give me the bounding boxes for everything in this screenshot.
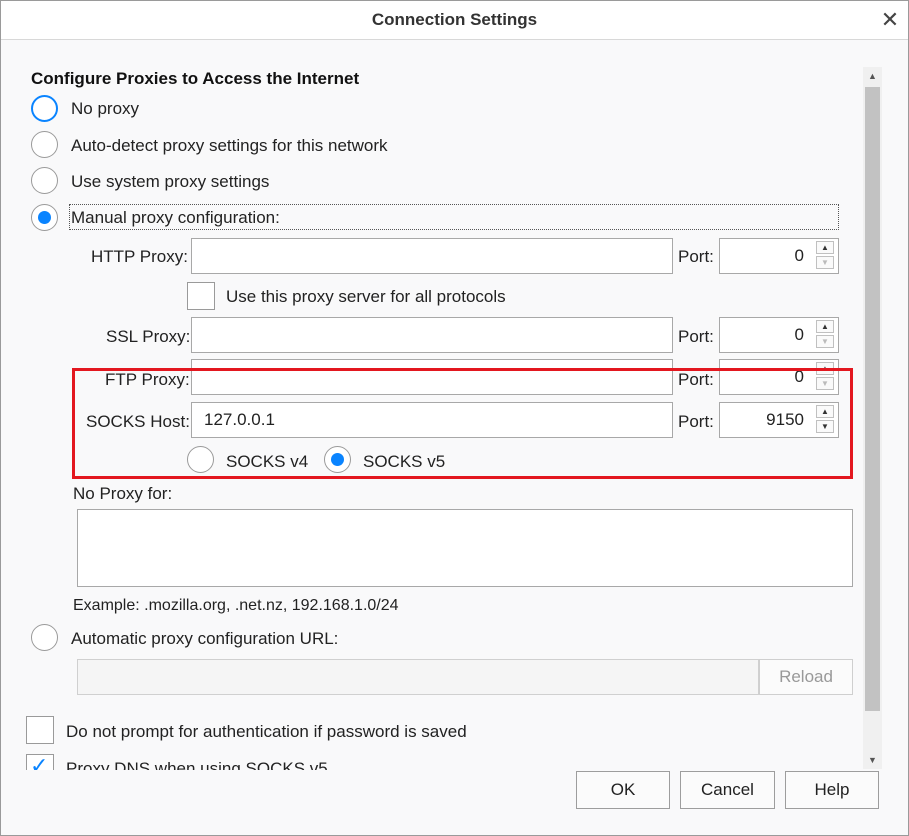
system-proxy-radio[interactable]: [31, 167, 58, 194]
no-proxy-radio[interactable]: [31, 95, 58, 122]
auto-url-label[interactable]: Automatic proxy configuration URL:: [71, 629, 338, 649]
scroll-down-icon[interactable]: ▼: [863, 751, 882, 769]
spin-down-icon[interactable]: ▼: [816, 256, 834, 269]
reload-button[interactable]: Reload: [759, 659, 853, 695]
ssl-proxy-label: SSL Proxy:: [106, 327, 191, 346]
ssl-port-label: Port:: [678, 327, 714, 346]
proxy-dns-label[interactable]: Proxy DNS when using SOCKS v5: [66, 759, 328, 770]
scrollbar[interactable]: ▲ ▼: [863, 67, 882, 769]
spin-down-icon[interactable]: ▼: [816, 335, 834, 348]
all-protocols-checkbox[interactable]: [187, 282, 215, 310]
dialog-title: Connection Settings: [371, 10, 538, 29]
proxy-dns-checkbox[interactable]: [26, 753, 54, 770]
ftp-proxy-label: FTP Proxy:: [105, 370, 190, 389]
socks-port-label: Port:: [678, 412, 714, 431]
socks-v5-label[interactable]: SOCKS v5: [363, 452, 445, 472]
close-icon[interactable]: ✕: [877, 7, 903, 33]
system-proxy-label[interactable]: Use system proxy settings: [71, 172, 269, 192]
http-port-stepper[interactable]: ▲ ▼: [816, 241, 834, 271]
auto-detect-radio[interactable]: [31, 131, 58, 158]
socks-host-input[interactable]: 127.0.0.1: [191, 402, 673, 438]
no-prompt-checkbox[interactable]: [26, 716, 54, 744]
spin-down-icon[interactable]: ▼: [816, 377, 834, 390]
no-proxy-for-label: No Proxy for:: [73, 484, 173, 503]
ssl-proxy-input[interactable]: [191, 317, 673, 353]
ftp-port-label: Port:: [678, 370, 714, 389]
spin-up-icon[interactable]: ▲: [816, 241, 834, 254]
manual-proxy-radio[interactable]: [31, 204, 58, 231]
auto-url-radio[interactable]: [31, 624, 58, 651]
ftp-proxy-input[interactable]: [191, 359, 673, 395]
no-proxy-label[interactable]: No proxy: [71, 99, 139, 119]
http-proxy-input[interactable]: [191, 238, 673, 274]
scrollbar-thumb[interactable]: [865, 87, 880, 711]
http-proxy-label: HTTP Proxy:: [91, 247, 188, 266]
dialog-content: Configure Proxies to Access the Internet…: [1, 40, 908, 835]
ssl-port-stepper[interactable]: ▲ ▼: [816, 320, 834, 350]
socks-v4-label[interactable]: SOCKS v4: [226, 452, 308, 472]
cancel-button[interactable]: Cancel: [680, 771, 775, 809]
socks-v5-radio[interactable]: [324, 446, 351, 473]
all-protocols-label[interactable]: Use this proxy server for all protocols: [226, 287, 506, 307]
scroll-up-icon[interactable]: ▲: [863, 67, 882, 85]
title-bar: Connection Settings ✕: [1, 1, 908, 40]
spin-down-icon[interactable]: ▼: [816, 420, 834, 433]
spin-up-icon[interactable]: ▲: [816, 362, 834, 375]
socks-host-label: SOCKS Host:: [86, 412, 190, 431]
socks-port-stepper[interactable]: ▲ ▼: [816, 405, 834, 435]
ok-button[interactable]: OK: [576, 771, 670, 809]
auto-url-input[interactable]: [77, 659, 759, 695]
http-port-label: Port:: [678, 247, 714, 266]
manual-proxy-label[interactable]: Manual proxy configuration:: [71, 208, 280, 228]
spin-up-icon[interactable]: ▲: [816, 405, 834, 418]
help-button[interactable]: Help: [785, 771, 879, 809]
no-proxy-example: Example: .mozilla.org, .net.nz, 192.168.…: [73, 597, 399, 614]
ftp-port-stepper[interactable]: ▲ ▼: [816, 362, 834, 392]
section-heading: Configure Proxies to Access the Internet: [31, 69, 360, 88]
auto-detect-label[interactable]: Auto-detect proxy settings for this netw…: [71, 136, 388, 156]
no-proxy-for-textarea[interactable]: [77, 509, 853, 587]
spin-up-icon[interactable]: ▲: [816, 320, 834, 333]
socks-v4-radio[interactable]: [187, 446, 214, 473]
no-prompt-label[interactable]: Do not prompt for authentication if pass…: [66, 722, 467, 742]
connection-settings-dialog: Connection Settings ✕ Configure Proxies …: [0, 0, 909, 836]
clipped-row: Proxy DNS when using SOCKS v5: [1, 752, 861, 770]
